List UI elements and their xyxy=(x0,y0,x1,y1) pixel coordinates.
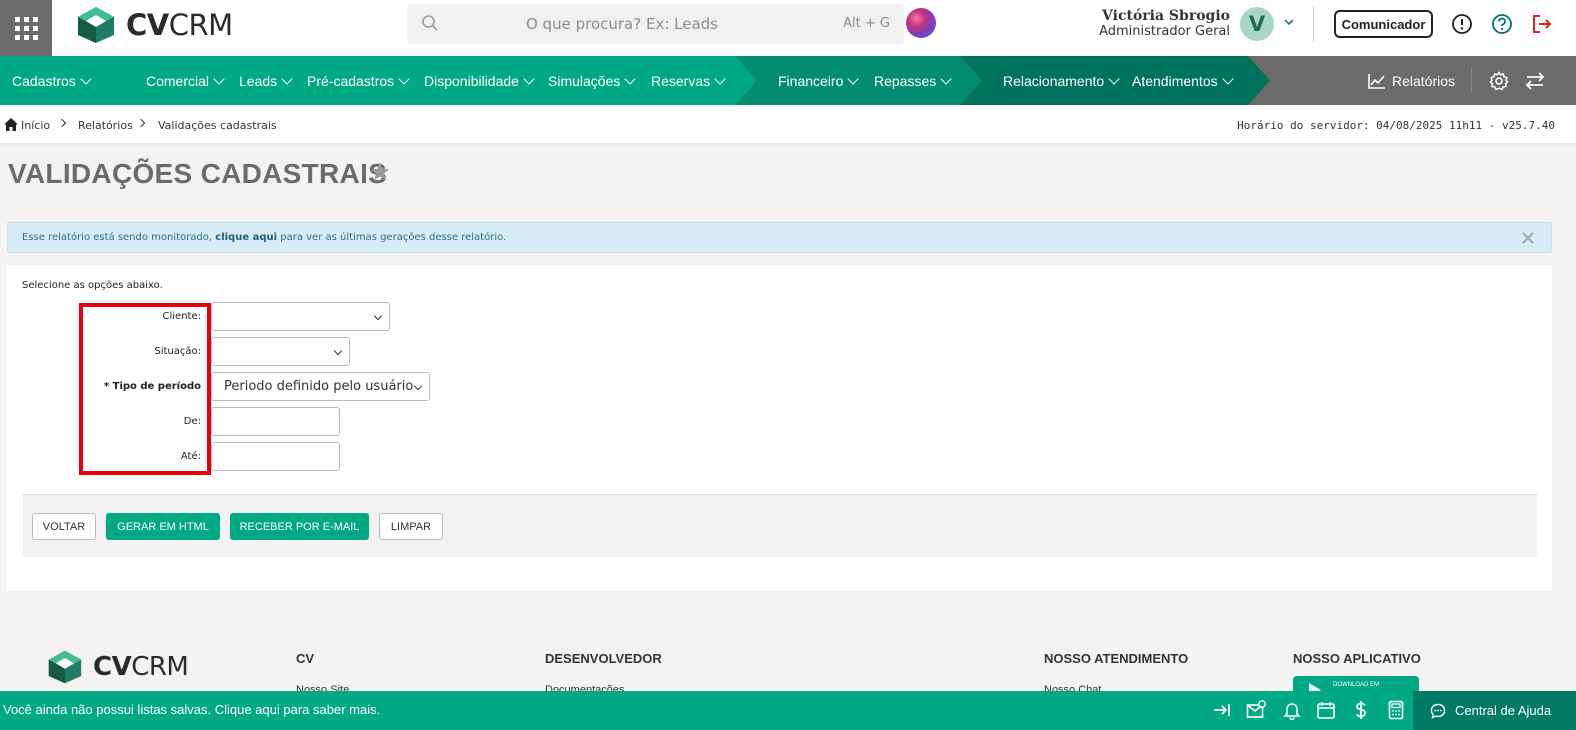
chevron-down-icon xyxy=(1108,72,1120,85)
nav-item-cadastros[interactable]: Cadastros xyxy=(12,56,92,105)
chevron-down-icon xyxy=(1221,72,1234,85)
nav-item-pre-cadastros[interactable]: Pré-cadastros xyxy=(307,56,410,105)
highlight-box xyxy=(79,303,211,475)
cliente-select[interactable] xyxy=(211,302,390,331)
chevron-down-icon xyxy=(940,72,952,85)
nav-item-reservas[interactable]: Reservas xyxy=(651,56,726,105)
top-header: CVCRM Alt + G Victória Sbrogio Administr… xyxy=(0,0,1576,56)
chevron-down-icon xyxy=(847,72,860,85)
alert-link[interactable]: clique aqui xyxy=(215,232,277,243)
avatar[interactable]: V xyxy=(1240,7,1274,41)
user-role: Administrador Geral xyxy=(1099,24,1230,39)
bottom-bar: Você ainda não possui listas salvas. Cli… xyxy=(0,691,1576,730)
chevron-down-icon xyxy=(281,72,293,85)
logo-text: CVCRM xyxy=(126,8,233,42)
calendar-icon[interactable] xyxy=(1316,700,1336,720)
chart-line-icon xyxy=(1368,73,1385,89)
limpar-button[interactable]: LIMPAR xyxy=(379,513,443,540)
chevron-right-icon xyxy=(136,118,146,128)
gear-icon[interactable] xyxy=(1489,71,1509,91)
nav-item-financeiro[interactable]: Financeiro xyxy=(778,56,860,105)
server-time: Horário do servidor: 04/08/2025 11h11 - … xyxy=(1237,119,1555,132)
grid-icon xyxy=(14,16,38,40)
swap-icon[interactable] xyxy=(1525,71,1545,91)
collapse-right-icon[interactable] xyxy=(1212,700,1232,720)
footer-logo[interactable]: CVCRM xyxy=(47,649,189,685)
report-form-panel: Selecione as opções abaixo. Cliente: Sit… xyxy=(7,265,1552,591)
dollar-icon[interactable] xyxy=(1351,700,1371,720)
close-icon[interactable] xyxy=(1521,231,1535,245)
chevron-right-icon xyxy=(57,118,67,128)
nav-item-leads[interactable]: Leads xyxy=(239,56,293,105)
calculator-icon[interactable] xyxy=(1386,700,1406,720)
chevron-down-icon xyxy=(80,72,92,85)
search-input[interactable] xyxy=(457,4,787,44)
chat-icon xyxy=(1430,703,1446,719)
cvcrm-logo[interactable]: CVCRM xyxy=(76,5,233,45)
page-title: VALIDAÇÕES CADASTRAIS xyxy=(8,158,388,189)
nav-item-atendimentos[interactable]: Atendimentos xyxy=(1132,56,1234,105)
header-divider xyxy=(1313,6,1314,42)
global-search[interactable]: Alt + G xyxy=(407,4,904,44)
star-icon[interactable] xyxy=(370,162,390,182)
home-icon[interactable] xyxy=(4,118,18,131)
alert-text: Esse relatório está sendo monitorado, cl… xyxy=(22,232,507,243)
nav-relatorios[interactable]: Relatórios xyxy=(1368,56,1455,105)
ai-assistant-icon[interactable] xyxy=(906,8,936,38)
logo-mark-icon xyxy=(78,7,114,43)
user-name: Victória Sbrogio xyxy=(1102,8,1230,24)
tipo-periodo-select[interactable]: Periodo definido pelo usuário xyxy=(211,372,430,401)
help-icon[interactable] xyxy=(1491,13,1513,35)
form-intro: Selecione as opções abaixo. xyxy=(22,280,163,291)
breadcrumb-relatorios[interactable]: Relatórios xyxy=(78,119,133,132)
nav-item-simulacoes[interactable]: Simulações xyxy=(548,56,637,105)
apps-menu-button[interactable] xyxy=(0,0,52,56)
help-center-button[interactable]: Central de Ajuda xyxy=(1413,691,1576,730)
search-shortcut: Alt + G xyxy=(843,16,890,31)
footer-col-desenvolvedor: DESENVOLVEDOR xyxy=(545,651,662,666)
logo-mark-icon xyxy=(48,650,82,684)
nav-divider xyxy=(1471,68,1472,93)
breadcrumb-inicio[interactable]: Início xyxy=(21,119,50,132)
situacao-select[interactable] xyxy=(211,337,350,366)
chevron-down-icon xyxy=(213,72,225,85)
chevron-down-icon xyxy=(398,72,410,85)
receber-email-button[interactable]: RECEBER POR E-MAIL xyxy=(230,513,369,540)
chevron-down-icon xyxy=(624,72,637,85)
nav-item-repasses[interactable]: Repasses xyxy=(874,56,952,105)
nav-item-comercial[interactable]: Comercial xyxy=(146,56,225,105)
gerar-html-button[interactable]: GERAR EM HTML xyxy=(106,513,220,540)
voltar-button[interactable]: VOLTAR xyxy=(32,513,96,540)
date-to-input[interactable] xyxy=(211,442,340,471)
monitoring-alert: Esse relatório está sendo monitorado, cl… xyxy=(7,222,1552,253)
chevron-down-icon xyxy=(333,346,343,356)
breadcrumb: Início Relatórios Validações cadastrais … xyxy=(0,105,1576,143)
logout-icon[interactable] xyxy=(1531,13,1553,35)
nav-item-relacionamento[interactable]: Relacionamento xyxy=(1003,56,1120,105)
main-nav: Cadastros Comercial Leads Pré-cadastros … xyxy=(0,56,1576,105)
nav-item-disponibilidade[interactable]: Disponibilidade xyxy=(424,56,535,105)
chevron-down-icon xyxy=(413,381,423,391)
saved-lists-message[interactable]: Você ainda não possui listas salvas. Cli… xyxy=(3,702,380,717)
search-icon xyxy=(422,15,438,31)
form-actions: VOLTAR GERAR EM HTML RECEBER POR E-MAIL … xyxy=(22,494,1537,557)
bell-icon[interactable] xyxy=(1282,700,1302,720)
chevron-down-icon xyxy=(714,72,726,85)
breadcrumb-current: Validações cadastrais xyxy=(158,119,277,132)
info-icon[interactable] xyxy=(1451,13,1473,35)
chevron-down-icon xyxy=(523,72,535,85)
footer-col-aplicativo: NOSSO APLICATIVO xyxy=(1293,651,1421,666)
chevron-down-icon[interactable] xyxy=(1283,16,1295,28)
comunicador-button[interactable]: Comunicador xyxy=(1334,10,1433,38)
chevron-down-icon xyxy=(373,311,383,321)
mail-add-icon[interactable] xyxy=(1246,700,1266,720)
footer-col-atendimento: NOSSO ATENDIMENTO xyxy=(1044,651,1189,666)
date-from-input[interactable] xyxy=(211,407,340,436)
footer-col-cv: CV xyxy=(296,651,315,666)
